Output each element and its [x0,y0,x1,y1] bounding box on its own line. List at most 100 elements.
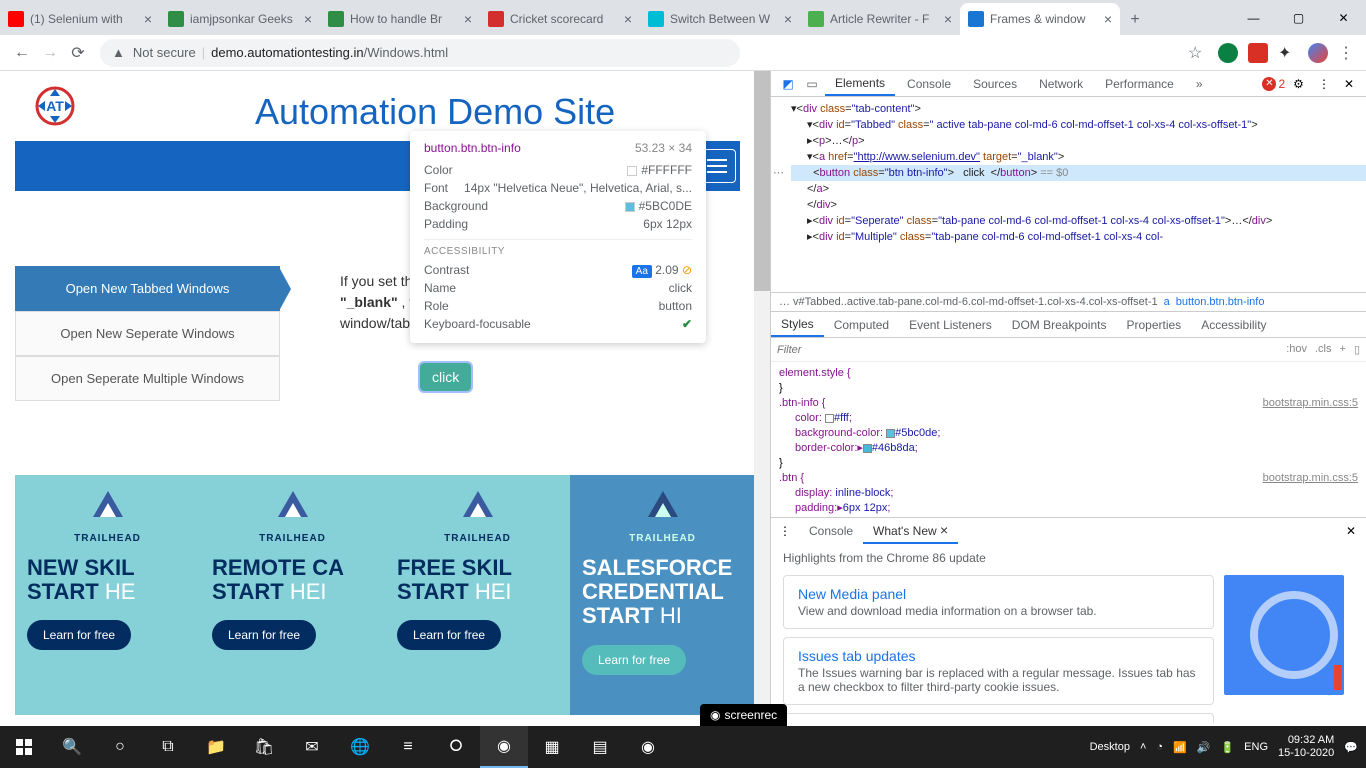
close-icon[interactable]: × [940,522,948,538]
close-icon[interactable]: × [144,11,152,27]
tab-listeners[interactable]: Event Listeners [899,314,1002,336]
taskview-icon[interactable]: ⧉ [144,726,192,768]
whatsnew-card[interactable]: New Media panel View and download media … [783,575,1214,629]
settings-icon[interactable]: ⚙ [1287,77,1310,91]
close-devtools[interactable]: ✕ [1338,77,1360,91]
close-button[interactable]: ✕ [1321,3,1366,33]
forward-button[interactable]: → [36,39,64,67]
tab-acc[interactable]: Accessibility [1191,314,1276,336]
device-icon[interactable]: ▭ [801,77,823,91]
opera-icon[interactable]: ⭘ [432,726,480,768]
notifications-icon[interactable]: 💬 [1344,741,1358,754]
browser-tab[interactable]: iamjpsonkar Geeks× [160,3,320,35]
browser-tab[interactable]: Cricket scorecard× [480,3,640,35]
chrome-icon[interactable]: ◉ [480,726,528,768]
whatsnew-card[interactable]: Emulate missing local fonts [783,713,1214,723]
browser-tab-active[interactable]: Frames & window× [960,3,1120,35]
learn-button[interactable]: Learn for free [212,620,316,650]
inspect-icon[interactable]: ◩ [777,77,799,91]
drawer-menu-icon[interactable]: ⋮ [771,524,799,538]
close-icon[interactable]: × [304,11,312,27]
tab-styles[interactable]: Styles [771,313,824,337]
close-icon[interactable]: × [624,11,632,27]
chrome-icon-2[interactable]: ◉ [624,726,672,768]
tab-performance[interactable]: Performance [1095,73,1184,95]
filter-input[interactable] [777,344,1286,356]
app-icon[interactable]: ▦ [528,726,576,768]
browser-tab[interactable]: Article Rewriter - F× [800,3,960,35]
omnibox[interactable]: ▲ Not secure | demo.automationtesting.in… [100,39,740,67]
vscode-icon[interactable]: ≡ [384,726,432,768]
ad-card[interactable]: TRAILHEAD FREE SKIL START HEI Learn for … [385,475,570,715]
browser-tab[interactable]: (1) Selenium with× [0,3,160,35]
app-icon[interactable]: ▤ [576,726,624,768]
tray-chevron-icon[interactable]: ˄ [1140,741,1146,753]
ext-icon[interactable] [1248,43,1268,63]
close-icon[interactable]: × [1104,11,1112,27]
drawer-close[interactable]: ✕ [1336,524,1366,538]
tab-new-tabbed[interactable]: Open New Tabbed Windows [15,266,280,311]
whatsnew-card[interactable]: Issues tab updates The Issues warning ba… [783,637,1214,705]
ext-icon[interactable] [1218,43,1238,63]
reload-button[interactable]: ⟳ [64,39,92,67]
store-icon[interactable]: 🛍 [240,726,288,768]
tab-network[interactable]: Network [1029,73,1093,95]
panel-icon[interactable]: ▯ [1354,343,1360,356]
minimize-button[interactable]: — [1231,3,1276,33]
browser-tab[interactable]: Switch Between W× [640,3,800,35]
tab-new-separate[interactable]: Open New Seperate Windows [15,311,280,356]
ad-card[interactable]: TRAILHEAD NEW SKIL START HE Learn for fr… [15,475,200,715]
wifi-icon[interactable]: 📶 [1173,741,1187,754]
drawer-whatsnew[interactable]: What's New × [863,518,958,544]
location-icon[interactable]: ◔ [1156,741,1163,753]
close-icon[interactable]: × [784,11,792,27]
click-button[interactable]: click [420,363,471,391]
hov-toggle[interactable]: :hov [1286,343,1307,356]
tab-sources[interactable]: Sources [963,73,1027,95]
cortana-icon[interactable]: ○ [96,726,144,768]
volume-icon[interactable]: 🔊 [1197,741,1211,754]
tab-multiple[interactable]: Open Seperate Multiple Windows [15,356,280,401]
clock[interactable]: 09:32 AM15-10-2020 [1278,734,1334,760]
more-tabs[interactable]: » [1186,73,1213,95]
menu-icon[interactable]: ⋮ [1338,43,1358,63]
cls-toggle[interactable]: .cls [1315,343,1332,356]
back-button[interactable]: ← [8,39,36,67]
styles-pane[interactable]: element.style { } bootstrap.min.css:5.bt… [771,362,1366,517]
extension-icons: ☆ ✦ ⋮ [1188,43,1358,63]
explorer-icon[interactable]: 📁 [192,726,240,768]
search-icon[interactable]: 🔍 [48,726,96,768]
tab-elements[interactable]: Elements [825,72,895,96]
ad-card[interactable]: TRAILHEAD SALESFORCE CREDENTIAL START HI… [570,475,755,715]
ad-card[interactable]: TRAILHEAD REMOTE CA START HEI Learn for … [200,475,385,715]
dom-breadcrumb[interactable]: … v#Tabbed..active.tab-pane.col-md-6.col… [771,292,1366,312]
extensions-icon[interactable]: ✦ [1278,43,1298,63]
dom-tree[interactable]: ▾<div class="tab-content"> ▾<div id="Tab… [771,97,1366,292]
add-rule[interactable]: + [1340,343,1346,356]
learn-button[interactable]: Learn for free [582,645,686,675]
edge-icon[interactable]: 🌐 [336,726,384,768]
lang-indicator[interactable]: ENG [1244,741,1268,753]
learn-button[interactable]: Learn for free [397,620,501,650]
profile-icon[interactable] [1308,43,1328,63]
scrollbar[interactable] [754,71,770,726]
desktop-label[interactable]: Desktop [1090,741,1130,753]
drawer-console[interactable]: Console [799,520,863,542]
browser-tab[interactable]: How to handle Br× [320,3,480,35]
close-icon[interactable]: × [944,11,952,27]
maximize-button[interactable]: ▢ [1276,3,1321,33]
more-icon[interactable]: ⋮ [1312,77,1336,91]
screenrec-badge[interactable]: ◉ screenrec [700,704,787,726]
error-count[interactable]: ✕2 [1262,77,1285,91]
start-button[interactable] [0,726,48,768]
mail-icon[interactable]: ✉ [288,726,336,768]
tab-props[interactable]: Properties [1116,314,1191,336]
new-tab-button[interactable]: + [1120,5,1150,35]
star-icon[interactable]: ☆ [1188,43,1208,63]
tab-computed[interactable]: Computed [824,314,899,336]
battery-icon[interactable]: 🔋 [1220,741,1234,754]
tab-console[interactable]: Console [897,73,961,95]
close-icon[interactable]: × [464,11,472,27]
tab-dombp[interactable]: DOM Breakpoints [1002,314,1117,336]
learn-button[interactable]: Learn for free [27,620,131,650]
